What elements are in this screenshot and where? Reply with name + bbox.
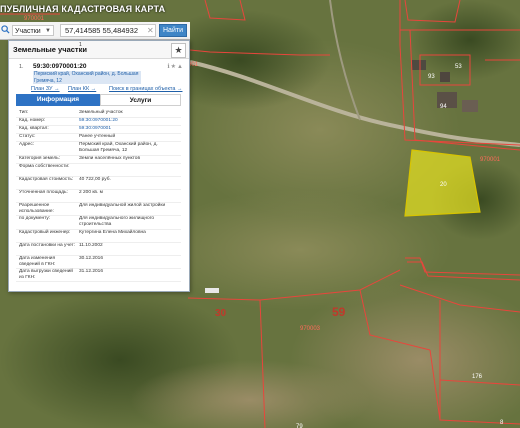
result-tabs: Информация Услуги — [16, 94, 181, 106]
collapse-icon[interactable]: ▲ — [177, 64, 184, 70]
plan-kk-link[interactable]: План КК → — [68, 86, 96, 92]
attr-value: Для индивидуального жилищного строительс… — [79, 216, 155, 227]
attr-row-cadastral-value: Кадастровая стоимость: 40 722,00 руб. — [16, 176, 181, 190]
favorites-button[interactable]: ★ — [171, 43, 186, 58]
result-cad-number[interactable]: 59:30:0970001:20 — [33, 63, 87, 70]
attr-row-registration-date: Дата постановки на учет: 11.10.2002 — [16, 242, 181, 256]
result-index: 1. — [19, 64, 24, 70]
tab-services[interactable]: Услуги — [100, 94, 181, 106]
attr-row-area: Уточненная площадь: 2 200 кв. м — [16, 189, 181, 203]
attr-key: Уточненная площадь: — [19, 190, 68, 195]
parcel-label-93: 93 — [428, 74, 435, 80]
attr-key: Дата изменения сведений в ГКН: — [19, 256, 56, 267]
attr-row-use-by-document: по документу: Для индивидуального жилищн… — [16, 215, 181, 230]
results-panel: Земельные участки 1 ★ 1. 59:30:0970001:2… — [8, 40, 190, 292]
tab-information[interactable]: Информация — [16, 94, 100, 106]
search-in-bounds-link[interactable]: Поиск в границах объекта → — [109, 86, 182, 92]
search-type-label: Участки — [15, 28, 41, 35]
result-icons: ℹ★▲ — [167, 63, 184, 70]
quarter-label-right: 970001 — [480, 157, 501, 163]
region-label-big: 59 — [332, 305, 346, 319]
attr-key: Кадастровая стоимость: — [19, 177, 74, 182]
attr-row-engineer: Кадастровый инженер: Кутергина Елена Мих… — [16, 229, 181, 243]
result-address: Пермский край, Оханский район, д. Больша… — [33, 71, 141, 84]
search-icon[interactable] — [1, 25, 10, 34]
attr-value: Ранее учтенный — [79, 134, 116, 139]
attr-value: 30.12.2016 — [79, 256, 104, 261]
parcel-label-94: 94 — [440, 104, 447, 110]
attr-value: 2 200 кв. м — [79, 190, 103, 195]
attr-value: Земли населённых пунктов — [79, 156, 140, 161]
clear-icon[interactable]: ✕ — [147, 25, 154, 36]
plan-zu-link[interactable]: План ЗУ → — [31, 86, 60, 92]
attr-key: Кад. квартал: — [19, 126, 49, 131]
parcel-label-53: 53 — [455, 64, 462, 70]
chevron-down-icon: ▼ — [45, 28, 51, 34]
attr-key: Дата выгрузки сведений из ГКН: — [19, 269, 73, 280]
region-label-left: 30 — [215, 308, 227, 319]
attr-value: Для индивидуальной жилой застройки — [79, 203, 166, 208]
attr-row-export-date: Дата выгрузки сведений из ГКН: 31.12.201… — [16, 268, 181, 282]
attr-row-ownership: Форма собственности: — [16, 163, 181, 177]
attr-value-link[interactable]: 59:30:0970001:20 — [79, 118, 179, 124]
panel-header: Земельные участки 1 ★ — [9, 41, 189, 59]
attr-key: Статус: — [19, 134, 36, 139]
star-icon: ★ — [174, 45, 183, 55]
attr-value: Кутергина Елена Михайловна — [79, 230, 146, 235]
attr-value: Земельный участок — [79, 110, 123, 115]
search-type-select[interactable]: Участки ▼ — [12, 25, 54, 36]
app-title: ПУБЛИЧНАЯ КАДАСТРОВАЯ КАРТА — [0, 4, 166, 14]
attr-value: Пермский край, Оханский район, д. Больша… — [79, 142, 158, 153]
attr-value-link[interactable]: 59:30:0970001 — [79, 126, 179, 132]
panel-title: Земельные участки — [13, 45, 87, 54]
attr-row-permitted-use: Разрешенное использование: Для индивидуа… — [16, 202, 181, 216]
attr-key: Форма собственности: — [19, 164, 70, 169]
attr-row-address: Адрес: Пермский край, Оханский район, д.… — [16, 141, 181, 156]
panel-count: 1 — [79, 42, 82, 48]
attr-key: Категория земель: — [19, 156, 61, 161]
attr-key: по документу: — [19, 216, 51, 221]
attr-key: Тип: — [19, 110, 29, 115]
attr-value: 31.12.2016 — [79, 269, 104, 274]
parcel-label-176: 176 — [472, 374, 483, 380]
attr-value: 11.10.2002 — [79, 243, 103, 248]
attr-key: Адрес: — [19, 142, 35, 147]
search-input[interactable] — [60, 24, 156, 37]
quarter-label-bottom: 970003 — [300, 326, 321, 332]
attr-row-change-date: Дата изменения сведений в ГКН: 30.12.201… — [16, 255, 181, 269]
parcel-label-highlight: 20 — [440, 182, 447, 188]
search-bar: Участки ▼ ✕ Найти — [0, 22, 190, 40]
attr-key: Кадастровый инженер: — [19, 230, 71, 235]
search-button[interactable]: Найти — [159, 24, 187, 37]
parcel-label-bottom-a: 79 — [296, 424, 303, 428]
attr-key: Кад. номер: — [19, 118, 46, 123]
attr-value: 40 722,00 руб. — [79, 177, 111, 182]
attr-key: Разрешенное использование: — [19, 203, 54, 214]
attr-key: Дата постановки на учет: — [19, 243, 75, 248]
